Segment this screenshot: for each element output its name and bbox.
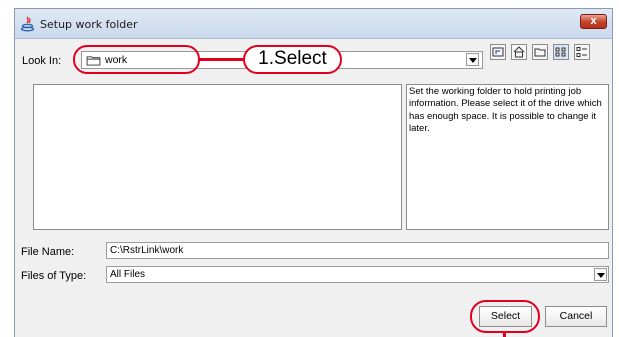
files-of-type-label: Files of Type: (21, 270, 87, 282)
look-in-label: Look In: (22, 55, 62, 67)
up-folder-icon (492, 47, 504, 57)
new-folder-button[interactable] (532, 44, 548, 60)
select-pointer-line (503, 332, 506, 337)
file-name-input[interactable]: C:\RstrLink\work (106, 242, 609, 259)
list-view-icon (555, 47, 566, 57)
dropdown-arrow-icon[interactable] (594, 268, 607, 281)
dropdown-arrow-icon[interactable] (466, 53, 479, 66)
list-view-button[interactable] (553, 44, 569, 60)
look-in-highlight (73, 45, 200, 74)
up-folder-button[interactable] (490, 44, 506, 60)
file-list[interactable] (33, 84, 402, 230)
home-icon (513, 46, 525, 58)
details-view-icon (576, 47, 587, 57)
file-name-label: File Name: (21, 246, 75, 258)
callout-connector (199, 58, 245, 61)
callout-label: 1.Select (243, 45, 342, 74)
window-title: Setup work folder (40, 18, 138, 31)
title-bar: Setup work folder x (15, 9, 612, 39)
description-panel: Set the working folder to hold printing … (406, 84, 609, 230)
details-view-button[interactable] (574, 44, 590, 60)
select-button-highlight (470, 300, 540, 333)
home-button[interactable] (511, 44, 527, 60)
description-text: Set the working folder to hold printing … (409, 86, 602, 134)
close-button[interactable]: x (580, 14, 607, 29)
new-folder-icon (534, 48, 546, 57)
java-icon (20, 16, 35, 32)
cancel-button[interactable]: Cancel (545, 306, 607, 327)
close-icon: x (590, 15, 597, 27)
files-of-type-select[interactable]: All Files (106, 266, 609, 283)
files-of-type-value: All Files (110, 269, 146, 280)
